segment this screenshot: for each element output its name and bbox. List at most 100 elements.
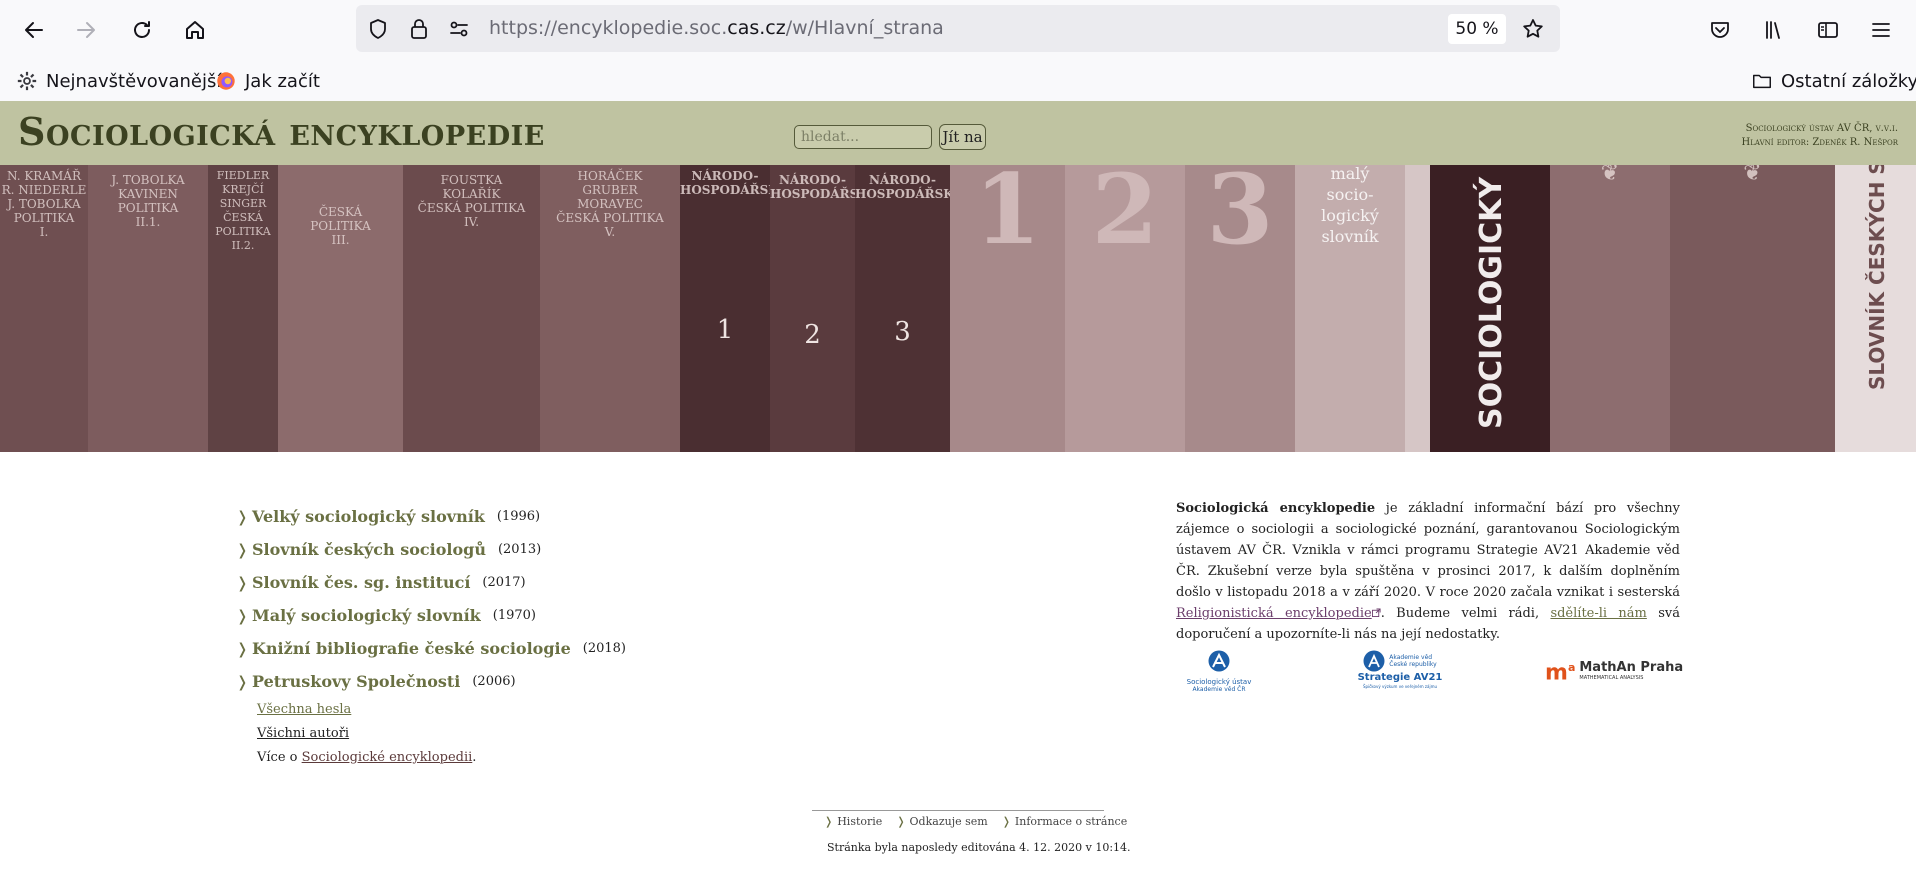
home-icon	[186, 21, 204, 39]
url-domain: cas.cz	[727, 17, 786, 39]
dictionary-link[interactable]: Malý sociologický slovník	[252, 606, 481, 625]
year-label: (1970)	[492, 608, 536, 623]
more-prefix: Více o	[257, 750, 302, 765]
bullet-arrow-icon: ❭	[824, 815, 834, 828]
zoom-level-badge[interactable]: 50 %	[1448, 14, 1506, 44]
list-item: ❭ Velký sociologický slovník (1996)	[236, 500, 626, 533]
dictionary-link[interactable]: Slovník českých sociologů	[252, 540, 486, 559]
search-input[interactable]	[794, 125, 932, 149]
bullet-arrow-icon: ❭	[236, 606, 249, 625]
bullet-arrow-icon: ❭	[236, 507, 249, 526]
list-item: ❭ Knižní bibliografie české sociologie (20…	[236, 632, 626, 665]
footer-link-what-links-here[interactable]: ❭ Odkazuje sem	[896, 815, 987, 828]
mathan-praha-logo[interactable]: ma MathAn Praha MATHEMATICAL ANALYSIS	[1545, 657, 1683, 686]
list-item: ❭ Slovník čes. sg. institucí (2017)	[236, 566, 626, 599]
bullet-arrow-icon: ❭	[236, 573, 249, 592]
dictionary-link[interactable]: Knižní bibliografie české sociologie	[252, 639, 571, 658]
book-big-1: 1	[950, 165, 1065, 452]
more-suffix: .	[472, 750, 477, 765]
site-header: Sociologická encyklopedie Jít na Sociolo…	[0, 101, 1916, 165]
book-spine	[1405, 165, 1430, 452]
logo-text: MATHEMATICAL ANALYSIS	[1579, 674, 1644, 681]
book-sociological-dictionary: SOCIOLOGICKÝ SLO	[1430, 165, 1550, 452]
list-item: ❭ Petruskovy Společnosti (2006)	[236, 665, 626, 698]
reload-icon	[134, 21, 150, 38]
page-footer: ❭ Historie ❭ Odkazuje sem ❭ Informace o str…	[812, 810, 1127, 828]
dictionary-link[interactable]: Petruskovy Společnosti	[252, 672, 460, 691]
institute-emblem-icon	[1208, 650, 1230, 672]
logo-text: Akademie věd ČR	[1192, 686, 1246, 693]
logo-text: Sociologický ústav	[1186, 678, 1252, 686]
browser-toolbar: https://encyklopedie.soc.cas.cz/w/Hlavní…	[0, 0, 1916, 60]
book-spine: FIEDLER KREJČÍ SINGER ČESKÁ POLITIKA II.…	[208, 165, 278, 452]
dictionary-link[interactable]: Velký sociologický slovník	[252, 507, 485, 526]
intro-bold: Sociologická encyklopedie	[1176, 501, 1376, 516]
bookmark-label: Jak začít	[245, 70, 320, 92]
book-big-2: 2	[1065, 165, 1185, 452]
book-volume-1: NÁRODO- HOSPODÁŘSKÝ 1	[680, 165, 770, 452]
list-item: ❭ Malý sociologický slovník (1970)	[236, 599, 626, 632]
year-label: (2018)	[582, 641, 626, 656]
logo-text: Akademie věd	[1389, 654, 1433, 661]
permissions-icon[interactable]	[447, 17, 471, 41]
forward-button[interactable]	[70, 14, 102, 46]
contact-link[interactable]: sdělíte-li nám	[1550, 606, 1646, 621]
all-entries-link[interactable]: Všechna hesla	[257, 702, 351, 717]
book-spine: ❦	[1670, 165, 1835, 452]
logo-text: České republiky	[1389, 661, 1437, 668]
sidebar-button[interactable]	[1812, 14, 1844, 46]
last-edited-text: Stránka byla naposledy editována 4. 12. …	[827, 841, 1131, 854]
menu-button[interactable]	[1865, 14, 1897, 46]
strategie-av21-logo[interactable]: Akademie věd České republiky Strategie A…	[1356, 650, 1444, 689]
star-icon[interactable]	[1521, 17, 1545, 41]
home-button[interactable]	[179, 14, 211, 46]
go-button[interactable]: Jít na	[939, 124, 986, 150]
about-encyclopedia-link[interactable]: Sociologické encyklopedii	[302, 750, 473, 765]
footer-link-history[interactable]: ❭ Historie	[824, 815, 882, 828]
logo-text: Strategie AV21	[1357, 672, 1443, 683]
firefox-icon	[217, 72, 235, 90]
url-text[interactable]: https://encyklopedie.soc.cas.cz/w/Hlavní…	[489, 17, 944, 39]
book-volume-2: NÁRODO- HOSPODÁŘSKÝ 2	[770, 165, 855, 452]
site-title[interactable]: Sociologická encyklopedie	[18, 109, 545, 154]
shield-icon[interactable]	[366, 17, 390, 41]
book-volume-3: NÁRODO- HOSPODÁŘSKÝ 3	[855, 165, 950, 452]
logo-text: Špičkový výzkum ve veřejném zájmu	[1362, 684, 1438, 689]
bookmark-getting-started[interactable]: Jak začít	[215, 68, 320, 94]
lock-icon[interactable]	[407, 17, 431, 41]
book-spine: ❦	[1550, 165, 1670, 452]
folder-icon	[1753, 74, 1771, 89]
logo-text: MathAn Praha	[1579, 659, 1684, 675]
library-button[interactable]	[1758, 14, 1790, 46]
hamburger-menu-icon	[1872, 23, 1890, 37]
book-big-3: 3	[1185, 165, 1295, 452]
dictionary-link[interactable]: Slovník čes. sg. institucí	[252, 573, 470, 592]
book-small-dictionary: malý socio- logický slovník	[1295, 165, 1405, 452]
book-spine: HORÁČEK GRUBER MORAVEC ČESKÁ POLITIKA V.	[540, 165, 680, 452]
url-bar[interactable]: https://encyklopedie.soc.cas.cz/w/Hlavní…	[356, 5, 1560, 52]
banner-image: N. KRAMÁŘ R. NIEDERLE J. TOBOLKA POLITIK…	[0, 165, 1916, 452]
bullet-arrow-icon: ❭	[236, 672, 249, 691]
bookmark-most-visited[interactable]: Nejnavštěvovanější	[16, 68, 221, 94]
religion-encyclopedia-link[interactable]: Religionistická encyklopedie	[1176, 606, 1372, 621]
external-link-icon	[1371, 608, 1381, 617]
mathan-mark-icon: ma	[1545, 660, 1576, 686]
editor-label: Hlavní editor: Zdeněk R. Nešpor	[1741, 137, 1899, 148]
all-authors-link[interactable]: Všichni autoři	[257, 726, 349, 741]
arrow-right-icon	[77, 22, 95, 38]
book-czech-sociologists: SLOVNÍK ČESKÝCH SOCIO	[1835, 165, 1916, 452]
reload-button[interactable]	[126, 14, 158, 46]
pocket-button[interactable]	[1704, 14, 1736, 46]
book-spine: FOUSTKA KOLAŘÍK ČESKÁ POLITIKA IV.	[403, 165, 540, 452]
header-credits: Sociologický ústav AV ČR, v.v.i. Hlavní …	[1742, 122, 1899, 150]
footer-link-page-info[interactable]: ❭ Informace o stránce	[1002, 815, 1128, 828]
other-bookmarks[interactable]: Ostatní záložky	[1751, 68, 1916, 94]
more-about: Více o Sociologické encyklopedii.	[257, 746, 476, 770]
pocket-icon	[1711, 22, 1729, 38]
book-spine: J. TOBOLKA KAVINEN POLITIKA II.1.	[88, 165, 208, 452]
bullet-arrow-icon: ❭	[236, 639, 249, 658]
bookmarks-bar: Nejnavštěvovanější Jak začít Ostatní zál…	[0, 60, 1916, 101]
back-button[interactable]	[18, 14, 50, 46]
sociological-institute-logo[interactable]: Sociologický ústav Akademie věd ČR	[1186, 650, 1252, 693]
bullet-arrow-icon: ❭	[236, 540, 249, 559]
